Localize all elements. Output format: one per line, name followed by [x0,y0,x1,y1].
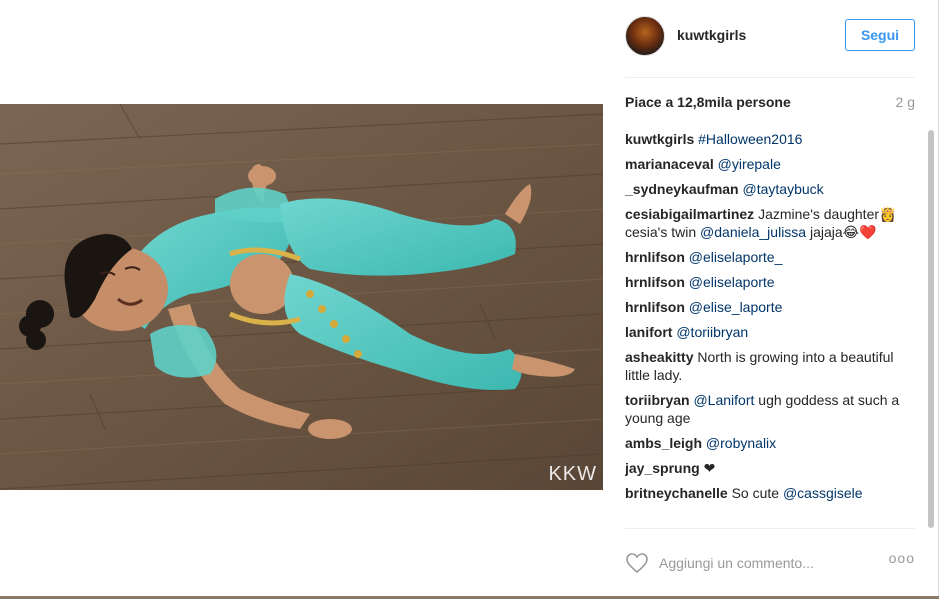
comment-text: So cute [731,485,783,501]
comment-link[interactable]: @elise_laporte [689,299,783,315]
comment-item: ambs_leigh @robynalix [625,434,915,452]
comment-item: kuwtkgirls #Halloween2016 [625,130,915,148]
comment-username[interactable]: hrnlifson [625,299,685,315]
likes-count[interactable]: Piace a 12,8mila persone [625,94,791,110]
post-sidebar: kuwtkgirls Segui Piace a 12,8mila person… [603,0,938,599]
comment-link[interactable]: @robynalix [706,435,776,451]
comment-link[interactable]: @eliselaporte_ [689,249,783,265]
comment-text: ❤ [703,460,716,476]
comment-link[interactable]: @taytaybuck [743,181,824,197]
avatar[interactable] [625,16,665,56]
comment-list[interactable]: kuwtkgirls #Halloween2016 marianaceval @y… [625,130,915,528]
comment-item: _sydneykaufman @taytaybuck [625,180,915,198]
comment-item: britneychanelle So cute @cassgisele [625,484,915,502]
divider [625,528,915,529]
comment-username[interactable]: toriibryan [625,392,690,408]
photo-watermark: KKW [548,463,597,485]
author-username[interactable]: kuwtkgirls [677,27,746,43]
comment-item: hrnlifson @eliselaporte [625,273,915,291]
likes-row: Piace a 12,8mila persone 2 g [625,94,915,116]
follow-button[interactable]: Segui [845,19,915,51]
heart-outline-icon[interactable] [625,552,649,574]
comment-item: jay_sprung ❤ [625,459,915,477]
photo-illustration [0,104,603,490]
comment-footer: ooo [625,548,915,580]
comment-list-scrollbar[interactable] [928,130,934,528]
comment-username[interactable]: hrnlifson [625,274,685,290]
comment-username[interactable]: kuwtkgirls [625,131,694,147]
comment-link[interactable]: #Halloween2016 [698,131,802,147]
comment-username[interactable]: britneychanelle [625,485,728,501]
comment-text: jajaja😂❤️ [806,224,877,240]
comment-item: marianaceval @yirepale [625,155,915,173]
comment-link[interactable]: @Lanifort [693,392,754,408]
comment-link[interactable]: @cassgisele [783,485,863,501]
comment-link[interactable]: @daniela_julissa [700,224,806,240]
photo-column: KKW [0,0,603,599]
comment-username[interactable]: ambs_leigh [625,435,702,451]
comment-username[interactable]: cesiabigailmartinez [625,206,754,222]
comment-item: cesiabigailmartinez Jazmine's daughter👸 … [625,205,915,241]
comment-username[interactable]: asheakitty [625,349,693,365]
comment-item: lanifort @toriibryan [625,323,915,341]
comment-username[interactable]: _sydneykaufman [625,181,739,197]
post-time[interactable]: 2 g [896,94,915,110]
comment-link[interactable]: @eliselaporte [689,274,775,290]
comment-username[interactable]: marianaceval [625,156,714,172]
comment-username[interactable]: hrnlifson [625,249,685,265]
add-comment-input[interactable] [659,552,869,574]
comment-item: asheakitty North is growing into a beaut… [625,348,915,384]
comment-link[interactable]: @yirepale [718,156,781,172]
post-header: kuwtkgirls Segui [625,0,915,78]
comment-item: toriibryan @Lanifort ugh goddess at such… [625,391,915,427]
instagram-post-page: KKW kuwtkgirls Segui Piace a 12,8mila pe… [0,0,939,599]
comment-item: hrnlifson @elise_laporte [625,298,915,316]
comment-link[interactable]: @toriibryan [676,324,748,340]
comment-username[interactable]: jay_sprung [625,460,700,476]
comment-item: hrnlifson @eliselaporte_ [625,248,915,266]
more-options-icon[interactable]: ooo [889,550,915,566]
comment-username[interactable]: lanifort [625,324,672,340]
post-photo[interactable]: KKW [0,104,603,490]
